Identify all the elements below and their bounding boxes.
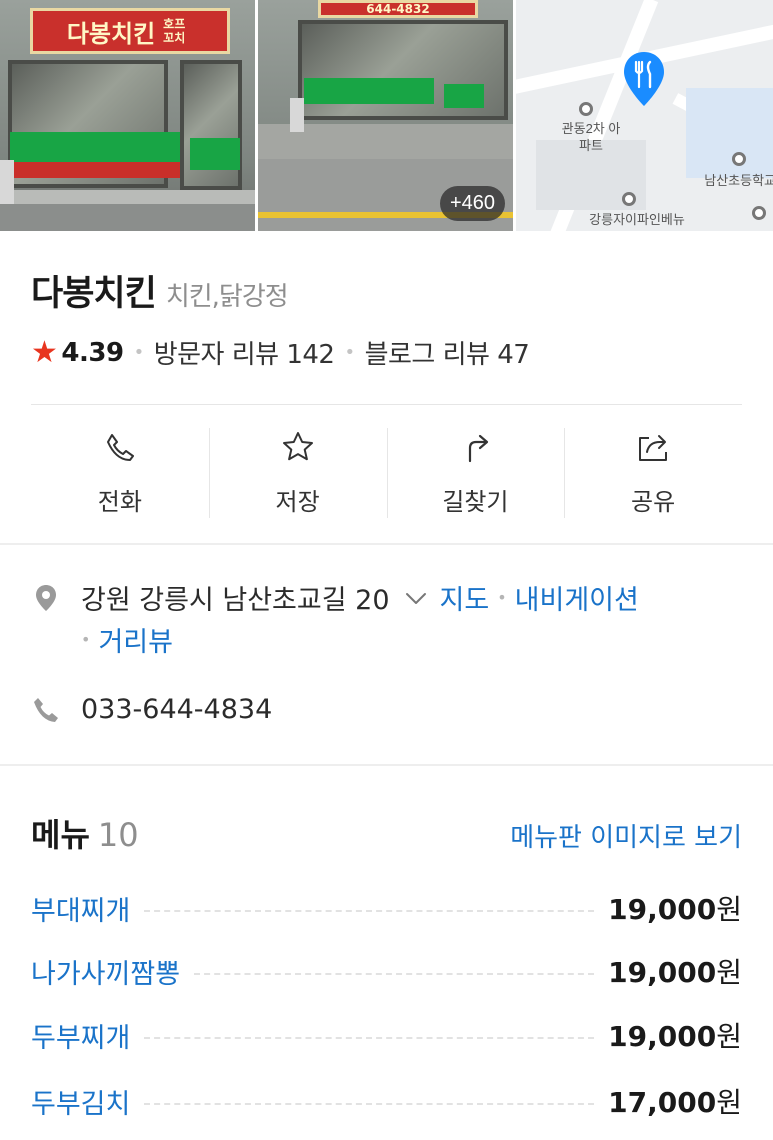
star-outline-icon (282, 432, 313, 461)
section-divider (0, 543, 773, 545)
directions-icon (469, 434, 489, 463)
divider (31, 404, 742, 405)
menu-item[interactable]: 나가사끼짬뽕 19,000원 (31, 949, 742, 993)
dotted-leader (144, 910, 595, 912)
menu-item-name[interactable]: 두부김치 (31, 1082, 130, 1121)
blog-reviews-link[interactable]: 블로그 리뷰 47 (365, 334, 530, 371)
address-text: 강원 강릉시 남산초교길 20 (81, 585, 390, 616)
directions-button[interactable]: 길찾기 (386, 420, 565, 525)
restaurant-pin-icon (624, 52, 664, 106)
menu-item-price: 17,000원 (608, 1081, 742, 1121)
price-unit: 원 (716, 1020, 742, 1053)
price-unit: 원 (716, 1086, 742, 1119)
price-value: 19,000 (608, 956, 717, 989)
map-label-complex: 강릉자이파인베뉴 (589, 212, 685, 227)
street-view-link[interactable]: 거리뷰 (98, 620, 173, 659)
menu-item[interactable]: 두부찌개 19,000원 (31, 1013, 742, 1057)
menu-item-name[interactable]: 나가사끼짬뽕 (31, 952, 180, 991)
menu-title: 메뉴 10 (31, 810, 139, 856)
map-link[interactable]: 지도 (440, 578, 490, 617)
dotted-leader (194, 973, 595, 975)
school-dot-icon (732, 152, 746, 166)
street-view-row: • 거리뷰 (81, 620, 173, 659)
storefront-photo-2[interactable]: 644-4832 +460 (258, 0, 513, 231)
action-bar: 전화 저장 길찾기 공유 (31, 420, 742, 525)
visitor-reviews-link[interactable]: 방문자 리뷰 142 (154, 334, 335, 371)
rating-row: ★ 4.39 • 방문자 리뷰 142 • 블로그 리뷰 47 (31, 334, 530, 371)
phone-icon (106, 434, 134, 461)
poi-dot-icon (579, 102, 593, 116)
menu-header: 메뉴 10 메뉴판 이미지로 보기 (31, 810, 742, 856)
phone-row: 033-644-4834 (31, 694, 272, 725)
price-value: 19,000 (608, 1020, 717, 1053)
location-pin-icon (36, 584, 56, 611)
separator-dot: • (497, 588, 507, 607)
poi-dot-icon-3 (752, 206, 766, 220)
store-sign-sub: 호프 꼬치 (163, 17, 186, 45)
store-sign-text: 다봉치킨 (66, 19, 156, 48)
store-sign: 다봉치킨 호프 꼬치 (30, 8, 230, 54)
star-icon: ★ (31, 335, 58, 370)
share-icon (639, 435, 668, 461)
dotted-leader (144, 1037, 595, 1039)
price-value: 17,000 (608, 1086, 717, 1119)
menu-image-link[interactable]: 메뉴판 이미지로 보기 (510, 817, 742, 854)
navigation-link[interactable]: 내비게이션 (515, 578, 639, 617)
more-photos-badge[interactable]: +460 (439, 186, 505, 221)
call-button[interactable]: 전화 (31, 420, 209, 525)
map-label-apartment: 관동2차 아파트 (561, 121, 621, 153)
dotted-leader (144, 1103, 595, 1105)
price-unit: 원 (716, 956, 742, 989)
title-row: 다봉치킨 치킨,닭강정 (31, 265, 289, 316)
share-button[interactable]: 공유 (564, 420, 742, 525)
separator-dot: • (133, 342, 145, 363)
separator-dot: • (344, 342, 355, 363)
poi-dot-icon-2 (622, 192, 636, 206)
menu-title-text: 메뉴 (31, 816, 90, 854)
save-label: 저장 (275, 488, 320, 516)
place-category: 치킨,닭강정 (165, 282, 289, 312)
menu-item[interactable]: 두부김치 17,000원 (31, 1079, 742, 1123)
place-name: 다봉치킨 (31, 274, 157, 314)
phone-filled-icon (34, 697, 58, 722)
map-thumbnail[interactable]: 관동2차 아파트 남산초등학교 강릉자이파인베뉴 (516, 0, 773, 231)
photo-strip: 다봉치킨 호프 꼬치 644-4832 +460 관동2차 아파트 남산초등학교… (0, 0, 773, 231)
save-button[interactable]: 저장 (208, 420, 387, 525)
address-row: 강원 강릉시 남산초교길 20 지도 • 내비게이션 (31, 578, 639, 617)
section-divider (0, 764, 773, 766)
store-sign-phone: 644-4832 (366, 2, 430, 16)
share-label: 공유 (631, 488, 676, 516)
call-label: 전화 (97, 488, 142, 516)
menu-count: 10 (97, 816, 139, 854)
storefront-photo-1[interactable]: 다봉치킨 호프 꼬치 (0, 0, 255, 231)
menu-item[interactable]: 부대찌개 19,000원 (31, 886, 742, 930)
chevron-down-icon[interactable] (404, 586, 428, 610)
menu-item-price: 19,000원 (608, 888, 742, 928)
store-sign-2: 644-4832 (318, 0, 478, 18)
map-label-school: 남산초등학교 (704, 173, 773, 188)
menu-item-name[interactable]: 두부찌개 (31, 1016, 130, 1055)
directions-label: 길찾기 (442, 488, 509, 516)
price-value: 19,000 (608, 893, 717, 926)
price-unit: 원 (716, 893, 742, 926)
menu-item-name[interactable]: 부대찌개 (31, 889, 130, 928)
phone-number[interactable]: 033-644-4834 (81, 694, 272, 725)
menu-item-price: 19,000원 (608, 951, 742, 991)
menu-item-price: 19,000원 (608, 1015, 742, 1055)
separator-dot: • (81, 630, 91, 649)
rating-value: 4.39 (61, 337, 124, 368)
